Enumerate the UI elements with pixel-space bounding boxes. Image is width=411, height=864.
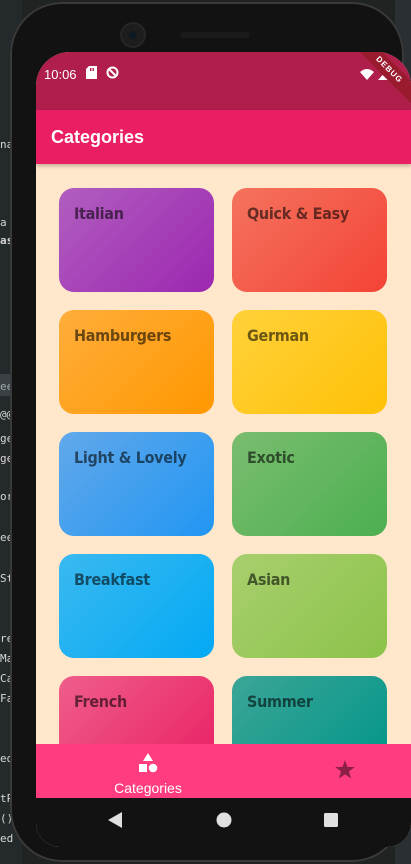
sd-card-icon: [86, 66, 97, 82]
ide-text: ed: [0, 832, 14, 845]
category-icon: [137, 753, 159, 778]
category-tile-quick-easy[interactable]: Quick & Easy: [232, 188, 387, 292]
home-icon[interactable]: [216, 812, 232, 833]
category-tile-asian[interactable]: Asian: [232, 554, 387, 658]
data-saver-icon: [106, 66, 119, 82]
bottom-navigation: Categories: [36, 744, 411, 798]
ide-text: a: [0, 216, 7, 229]
front-camera: [122, 24, 144, 46]
system-navigation-bar: [36, 798, 411, 847]
app-bar: Categories: [36, 110, 411, 164]
category-tile-exotic[interactable]: Exotic: [232, 432, 387, 536]
category-tile-light-lovely[interactable]: Light & Lovely: [59, 432, 214, 536]
category-tile-hamburgers[interactable]: Hamburgers: [59, 310, 214, 414]
category-tile-breakfast[interactable]: Breakfast: [59, 554, 214, 658]
recents-icon[interactable]: [324, 813, 338, 832]
star-icon: [335, 760, 355, 784]
categories-grid: Italian Quick & Easy Hamburgers German L…: [59, 188, 387, 780]
page-title: Categories: [51, 127, 145, 147]
app-screen: 10:06 DEBUG Categories Italian Quick & E…: [36, 52, 411, 847]
status-bar: 10:06 DEBUG: [36, 52, 411, 110]
category-tile-german[interactable]: German: [232, 310, 387, 414]
nav-favorites-tab[interactable]: [320, 744, 370, 798]
status-time: 10:06: [44, 67, 77, 82]
earpiece-speaker: [180, 32, 250, 38]
category-tile-italian[interactable]: Italian: [59, 188, 214, 292]
phone-frame: 10:06 DEBUG Categories Italian Quick & E…: [10, 2, 411, 862]
back-icon[interactable]: [108, 812, 122, 833]
wifi-icon: [360, 69, 374, 83]
nav-categories-label: Categories: [114, 780, 182, 796]
nav-categories-tab[interactable]: Categories: [100, 744, 196, 798]
